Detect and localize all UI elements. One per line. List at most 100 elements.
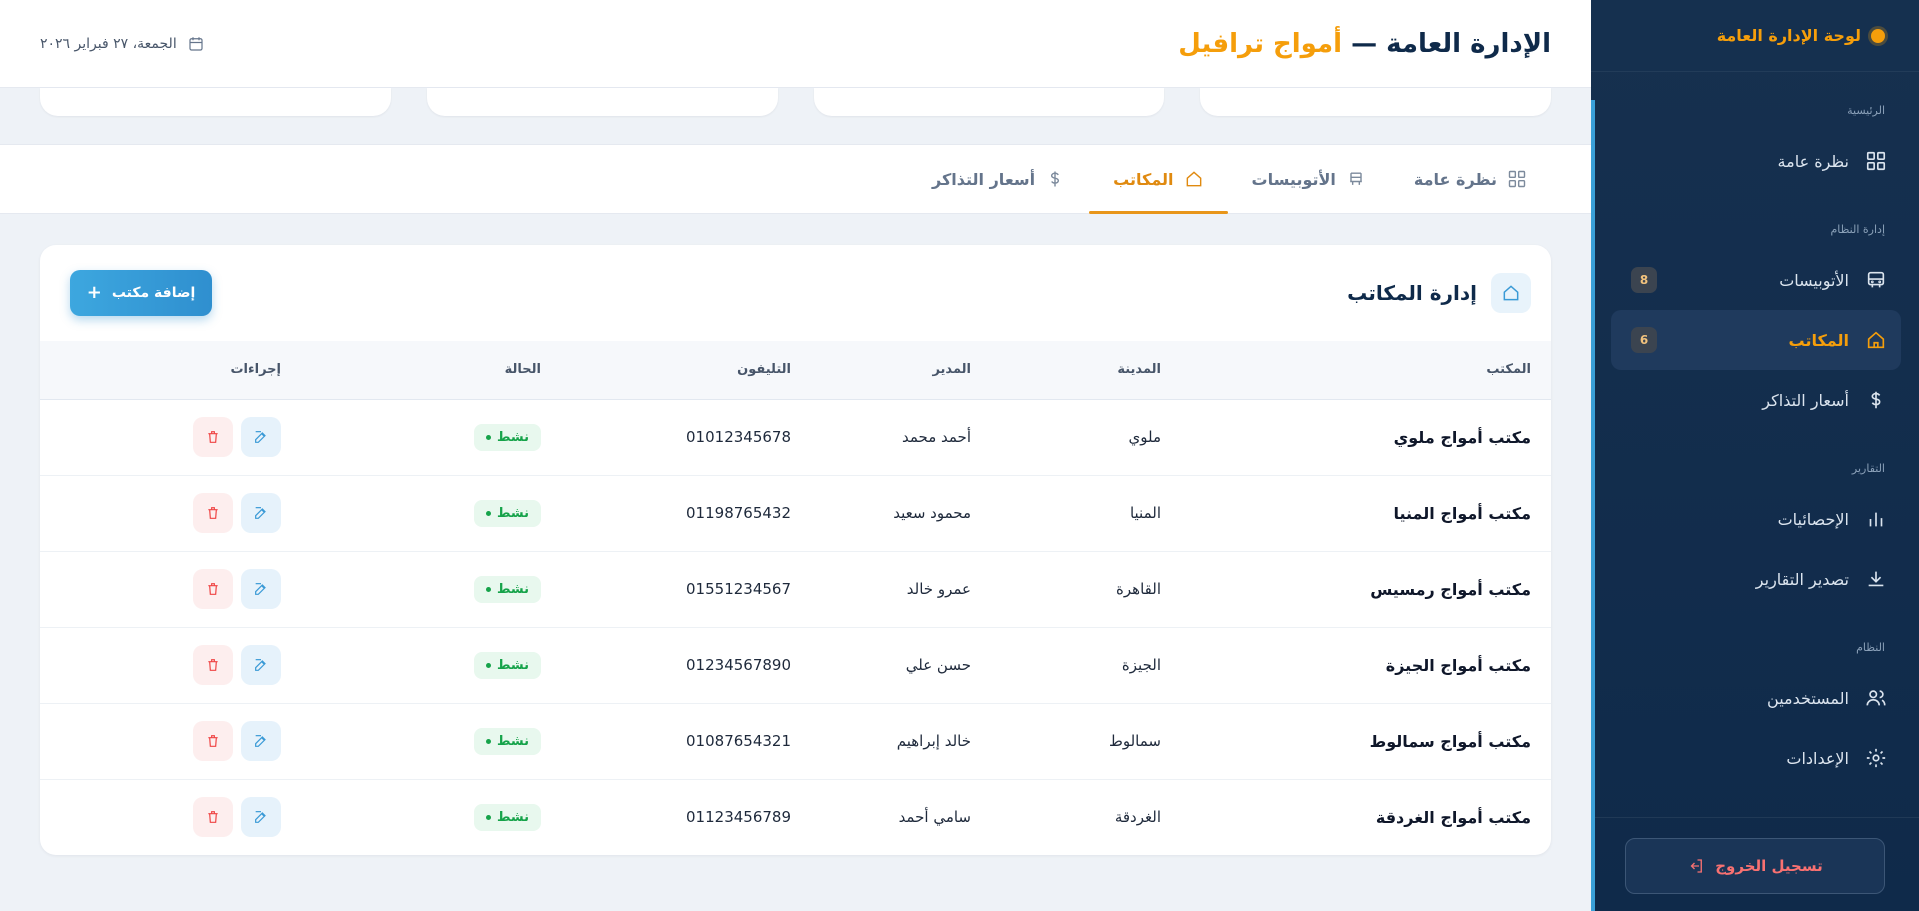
bus-icon — [1865, 269, 1887, 291]
add-office-label: إضافة مكتب — [111, 285, 196, 301]
section-home: الرئيسية — [1847, 104, 1885, 117]
sidebar-item-overview[interactable]: نظرة عامة — [1611, 131, 1901, 191]
delete-button[interactable] — [193, 417, 233, 457]
header-city: المدينة — [1117, 362, 1161, 378]
table-row: مكتب أمواج سمالوط سمالوط خالد إبراهيم 01… — [40, 703, 1551, 779]
tab-buses[interactable]: الأتوبيسات — [1228, 145, 1390, 213]
table-row: مكتب أمواج المنيا المنيا محمود سعيد 0119… — [40, 475, 1551, 551]
edit-icon — [255, 735, 266, 747]
status-label: نشط — [496, 809, 529, 825]
cell-city: ملوي — [1128, 428, 1162, 446]
edit-button[interactable] — [241, 417, 281, 457]
trash-icon — [208, 735, 218, 747]
delete-button[interactable] — [193, 721, 233, 761]
bus-icon — [1350, 172, 1362, 185]
row-actions — [60, 417, 281, 457]
cell-manager: محمود سعيد — [893, 504, 971, 522]
trash-icon — [208, 659, 218, 671]
tabs-bar: نظرة عامة الأتوبيسات المكاتب أسعار التذا… — [0, 144, 1591, 214]
sidebar-item-label: الأتوبيسات — [1779, 270, 1849, 290]
trash-icon — [208, 811, 218, 823]
delete-button[interactable] — [193, 493, 233, 533]
edit-icon — [255, 811, 266, 823]
page-title-main: الإدارة العامة — — [1351, 28, 1551, 59]
topbar: الإدارة العامة — أمواج ترافيل الجمعة، ٢٧… — [0, 0, 1591, 88]
cell-phone: 01123456789 — [686, 808, 791, 826]
edit-button[interactable] — [241, 721, 281, 761]
trash-icon — [208, 431, 218, 443]
status-badge: نشط — [473, 499, 541, 527]
header-manager: المدير — [932, 362, 971, 378]
brand-title: لوحة الإدارة العامة — [1716, 26, 1861, 45]
page-title-accent: أمواج ترافيل — [1178, 28, 1342, 59]
stat-card — [1200, 88, 1551, 116]
dollar-icon — [1865, 389, 1887, 411]
grid-icon — [1865, 150, 1887, 172]
section-system-mgmt: إدارة النظام — [1830, 223, 1886, 236]
status-label: نشط — [496, 733, 529, 749]
sidebar-item-users[interactable]: المستخدمين — [1611, 668, 1901, 728]
tab-offices[interactable]: المكاتب — [1089, 145, 1229, 214]
tab-label: الأتوبيسات — [1251, 169, 1336, 189]
sidebar-footer: تسجيل الخروج — [1595, 817, 1919, 911]
sidebar-item-label: أسعار التذاكر — [1762, 390, 1849, 410]
delete-button[interactable] — [193, 569, 233, 609]
edit-button[interactable] — [241, 493, 281, 533]
home-icon — [1491, 273, 1531, 313]
page-title: الإدارة العامة — أمواج ترافيل — [1178, 29, 1551, 59]
cell-office: مكتب أمواج رمسيس — [1370, 579, 1531, 599]
logout-label: تسجيل الخروج — [1715, 857, 1823, 875]
count-badge: 6 — [1631, 327, 1657, 353]
cell-manager: خالد إبراهيم — [896, 732, 971, 750]
offices-panel: إدارة المكاتب إضافة مكتب + المكتب المدين… — [40, 245, 1551, 855]
cell-actions — [40, 627, 301, 703]
header-phone: التليفون — [737, 362, 791, 378]
edit-icon — [255, 431, 266, 443]
edit-button[interactable] — [241, 797, 281, 837]
section-system: النظام — [1856, 641, 1885, 654]
cell-manager: سامي أحمد — [898, 808, 971, 826]
cell-status: نشط — [301, 551, 561, 627]
date-display: الجمعة، ٢٧ فبراير ٢٠٢٦ — [40, 35, 205, 53]
add-office-button[interactable]: إضافة مكتب + — [70, 270, 212, 316]
stat-card — [426, 88, 778, 116]
edit-button[interactable] — [241, 569, 281, 609]
header-actions: إجراءات — [230, 362, 281, 378]
trash-icon — [208, 583, 218, 595]
logout-icon — [1690, 859, 1703, 873]
tab-overview[interactable]: نظرة عامة — [1390, 145, 1551, 213]
status-badge: نشط — [473, 423, 541, 451]
tab-ticket-prices[interactable]: أسعار التذاكر — [908, 145, 1089, 213]
delete-button[interactable] — [193, 797, 233, 837]
cell-city: القاهرة — [1116, 580, 1161, 598]
delete-button[interactable] — [193, 645, 233, 685]
status-dot-icon — [485, 662, 491, 668]
sidebar-item-ticket-prices[interactable]: أسعار التذاكر — [1611, 370, 1901, 430]
cell-city: المنيا — [1129, 504, 1161, 522]
sidebar-item-statistics[interactable]: الإحصائيات — [1611, 489, 1901, 549]
table-row: مكتب أمواج رمسيس القاهرة عمرو خالد 01551… — [40, 551, 1551, 627]
tab-label: أسعار التذاكر — [932, 169, 1036, 189]
panel-title: إدارة المكاتب — [1347, 273, 1531, 313]
table-row: مكتب أمواج الغردقة الغردقة سامي أحمد 011… — [40, 779, 1551, 855]
tab-label: المكاتب — [1113, 169, 1174, 189]
cell-actions — [40, 779, 301, 855]
cell-office: مكتب أمواج الجيزة — [1385, 655, 1531, 675]
offices-table: المكتب المدينة المدير التليفون الحالة إج… — [40, 341, 1551, 855]
sidebar-item-label: المستخدمين — [1767, 688, 1849, 708]
cell-office: مكتب أمواج المنيا — [1393, 503, 1531, 523]
edit-button[interactable] — [241, 645, 281, 685]
sidebar-item-buses[interactable]: الأتوبيسات 8 — [1611, 250, 1901, 310]
cell-city: سمالوط — [1108, 732, 1161, 750]
row-actions — [60, 493, 281, 533]
status-dot-icon — [485, 738, 491, 744]
logout-button[interactable]: تسجيل الخروج — [1625, 838, 1885, 894]
sidebar-item-label: نظرة عامة — [1777, 151, 1849, 171]
sidebar-item-settings[interactable]: الإعدادات — [1611, 728, 1901, 788]
cell-phone: 01087654321 — [686, 732, 791, 750]
panel-title-text: إدارة المكاتب — [1347, 281, 1477, 305]
sidebar-item-export-reports[interactable]: تصدير التقارير — [1611, 549, 1901, 609]
sidebar-item-offices[interactable]: المكاتب 6 — [1611, 310, 1901, 370]
cell-manager: عمرو خالد — [906, 580, 971, 598]
sidebar-item-label: الإحصائيات — [1777, 509, 1849, 529]
